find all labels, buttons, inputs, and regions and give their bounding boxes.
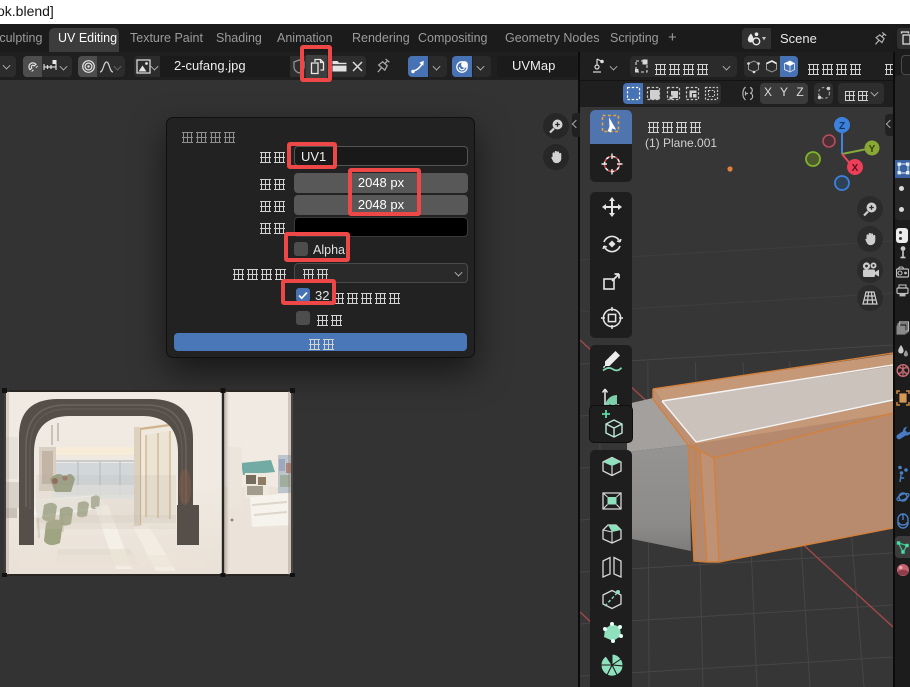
svg-text:X: X: [852, 163, 859, 174]
svg-text:Y: Y: [869, 144, 876, 155]
svg-text:Z: Z: [839, 121, 845, 132]
